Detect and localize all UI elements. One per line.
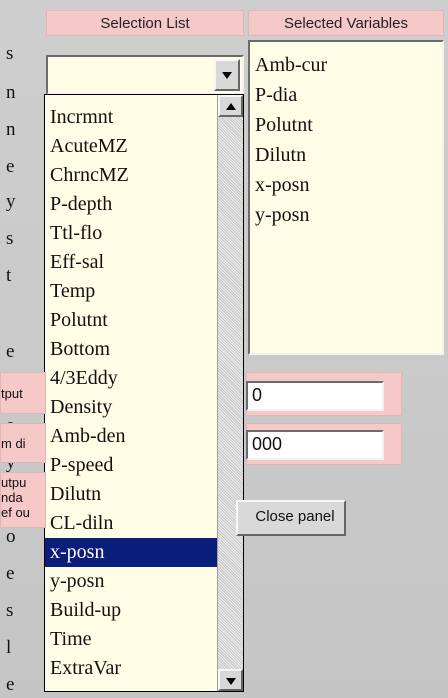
dropdown-option[interactable]: CL-diln	[45, 509, 218, 538]
left-text-fragments: s n n e y s t e o e y e o e s l e	[0, 0, 20, 698]
dropdown-option[interactable]: Density	[45, 393, 218, 422]
left-fragment: y	[6, 191, 16, 212]
selection-list-header: Selection List	[46, 10, 244, 36]
dropdown-option[interactable]: 4/3Eddy	[45, 364, 218, 393]
dropdown-option[interactable]: Polutnt	[45, 306, 218, 335]
dropdown-option[interactable]: Bottom	[45, 335, 218, 364]
dropdown-scrollbar[interactable]	[217, 95, 243, 691]
form-label-box: utpu nda ef ou	[0, 472, 46, 528]
left-fragment: l	[6, 637, 12, 658]
form-label: utpu nda ef ou	[1, 475, 30, 520]
dropdown-option[interactable]: ExtraVar	[45, 654, 218, 683]
selected-variable-item[interactable]: Amb-cur	[255, 50, 442, 80]
form-label: m di	[1, 436, 26, 451]
form-label-box: tput	[0, 372, 46, 414]
selection-combo-input[interactable]	[52, 61, 216, 91]
dropdown-option[interactable]: y-posn	[45, 567, 218, 596]
selected-variables-list[interactable]: Amb-cur P-dia Polutnt Dilutn x-posn y-po…	[248, 40, 444, 355]
selected-variables-header: Selected Variables	[248, 10, 444, 36]
selection-combo-box[interactable]	[46, 55, 244, 95]
chevron-up-icon	[226, 103, 236, 110]
selected-variable-item[interactable]: P-dia	[255, 80, 442, 110]
selection-options-list[interactable]: Incrmnt AcuteMZ ChrncMZ P-depth Ttl-flo …	[45, 103, 218, 683]
selection-dropdown[interactable]: Incrmnt AcuteMZ ChrncMZ P-depth Ttl-flo …	[44, 94, 244, 692]
left-fragment: s	[6, 228, 14, 249]
dropdown-option-selected[interactable]: x-posn	[45, 538, 218, 567]
left-fragment: e	[6, 563, 15, 584]
left-fragment: n	[6, 82, 16, 103]
form-label-box: m di	[0, 423, 46, 463]
dropdown-option[interactable]: P-depth	[45, 190, 218, 219]
dropdown-option[interactable]: Build-up	[45, 596, 218, 625]
left-fragment: s	[6, 600, 14, 621]
selected-variable-item[interactable]: y-posn	[255, 200, 442, 230]
left-fragment: e	[6, 156, 15, 177]
left-fragment: e	[6, 674, 15, 695]
scroll-down-button[interactable]	[218, 669, 243, 691]
dropdown-option[interactable]: AcuteMZ	[45, 132, 218, 161]
dropdown-option[interactable]: ChrncMZ	[45, 161, 218, 190]
left-fragment: t	[6, 265, 12, 286]
dropdown-option[interactable]: Eff-sal	[45, 248, 218, 277]
dropdown-option[interactable]: Ttl-flo	[45, 219, 218, 248]
left-fragment: n	[6, 119, 16, 140]
left-fragment: s	[6, 43, 14, 64]
selected-variable-item[interactable]: Polutnt	[255, 110, 442, 140]
dropdown-option[interactable]: Incrmnt	[45, 103, 218, 132]
close-panel-button[interactable]: Close panel	[236, 500, 346, 536]
dropdown-option[interactable]: Dilutn	[45, 480, 218, 509]
scroll-up-button[interactable]	[218, 95, 243, 117]
dropdown-option[interactable]: Time	[45, 625, 218, 654]
value-field[interactable]: 000	[246, 430, 384, 460]
dropdown-option[interactable]: Amb-den	[45, 422, 218, 451]
chevron-down-icon	[226, 678, 236, 685]
form-label: tput	[1, 386, 23, 401]
value-field[interactable]: 0	[246, 381, 384, 411]
dropdown-option[interactable]: Temp	[45, 277, 218, 306]
left-fragment: e	[6, 341, 15, 362]
left-fragment: o	[6, 526, 16, 547]
dropdown-button[interactable]	[214, 59, 240, 91]
selected-variable-item[interactable]: x-posn	[255, 170, 442, 200]
selected-variable-item[interactable]: Dilutn	[255, 140, 442, 170]
chevron-down-icon	[222, 72, 232, 79]
dropdown-option[interactable]: P-speed	[45, 451, 218, 480]
